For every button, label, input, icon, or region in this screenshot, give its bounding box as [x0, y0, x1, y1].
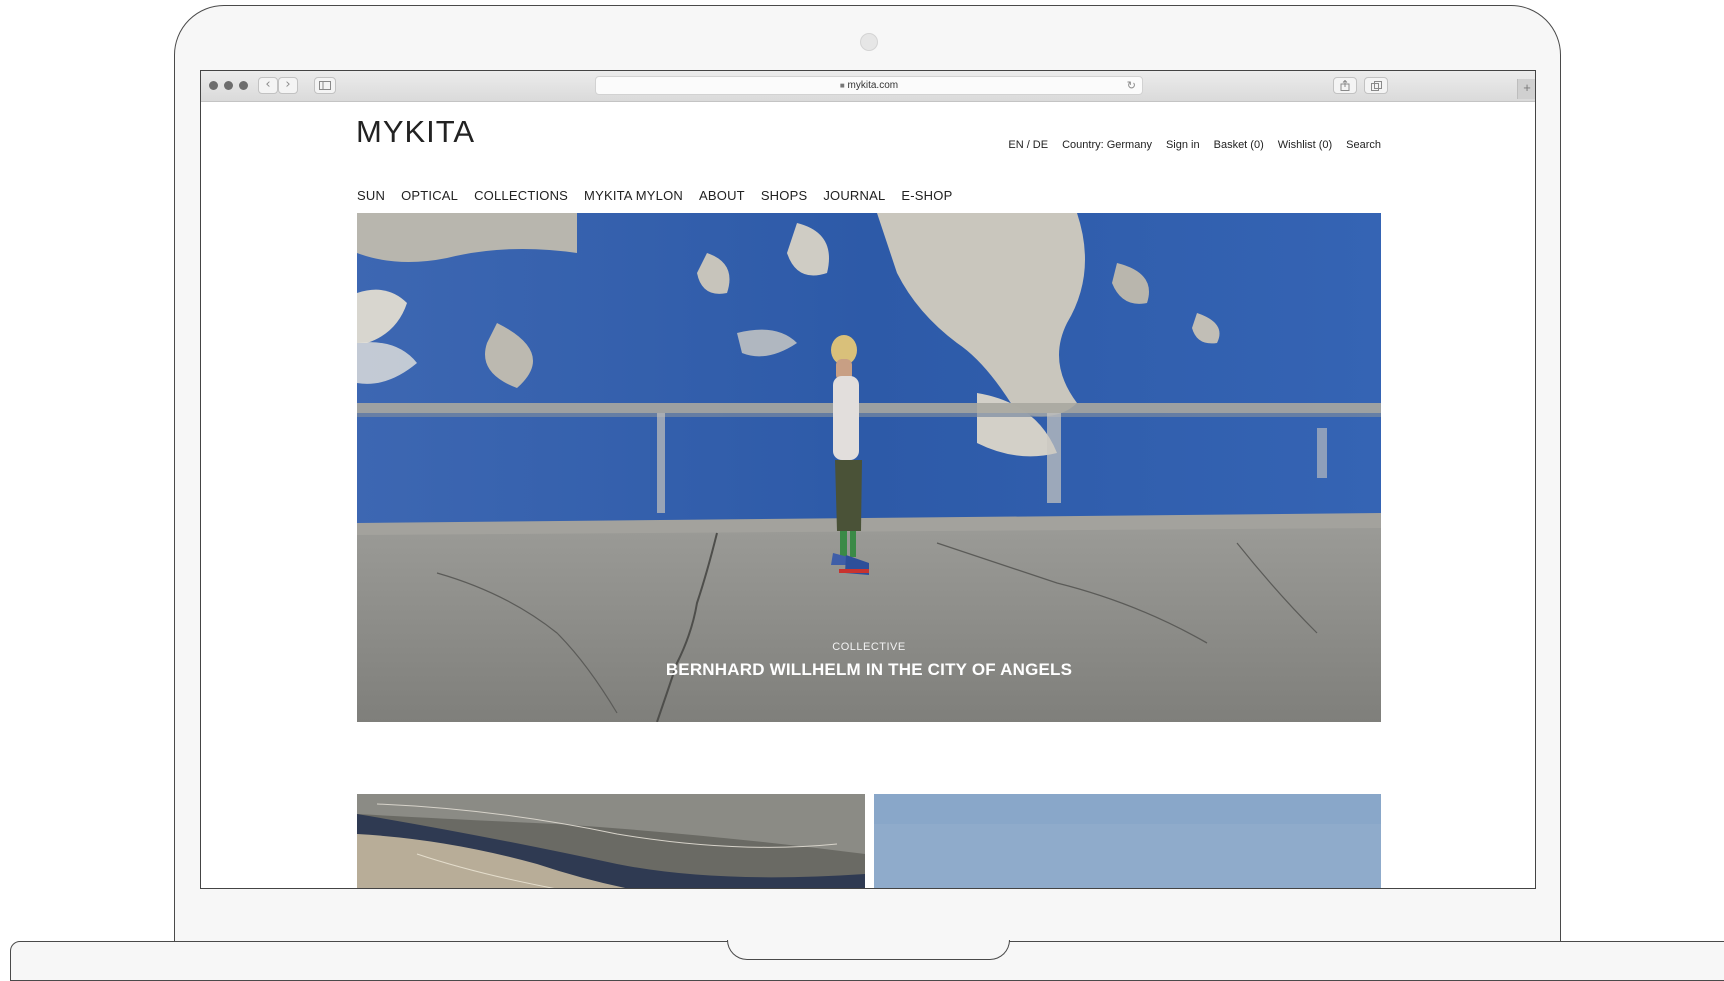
- browser-toolbar: ‹ › ■ mykita.com ↻ +: [201, 71, 1535, 102]
- wishlist-link[interactable]: Wishlist (0): [1278, 139, 1332, 151]
- basket-link[interactable]: Basket (0): [1214, 139, 1264, 151]
- teaser-tile-left[interactable]: [357, 794, 865, 888]
- nav-item-optical[interactable]: OPTICAL: [401, 188, 458, 203]
- url-label: mykita.com: [847, 80, 899, 91]
- laptop-notch: [727, 940, 1010, 960]
- hero-title[interactable]: BERNHARD WILLHELM IN THE CITY OF ANGELS: [357, 660, 1381, 680]
- sky-image: [874, 794, 1381, 888]
- utility-links: EN / DE Country: Germany Sign in Basket …: [201, 139, 1381, 151]
- lock-icon: ■: [839, 81, 845, 90]
- sidebar-icon[interactable]: [314, 77, 336, 94]
- tabs-icon[interactable]: [1364, 77, 1388, 94]
- address-bar-text: ■ mykita.com: [596, 80, 1142, 91]
- marble-image: [357, 794, 865, 888]
- nav-item-shops[interactable]: SHOPS: [761, 188, 808, 203]
- main-nav: SUN OPTICAL COLLECTIONS MYKITA MYLON ABO…: [357, 188, 952, 203]
- hero-banner[interactable]: COLLECTIVE BERNHARD WILLHELM IN THE CITY…: [357, 213, 1381, 722]
- hero-kicker: COLLECTIVE: [832, 641, 906, 653]
- search-link[interactable]: Search: [1346, 139, 1381, 151]
- camera-icon: [860, 33, 878, 51]
- window-close-button[interactable]: [209, 81, 218, 90]
- plus-icon[interactable]: +: [1517, 79, 1535, 99]
- address-bar[interactable]: ■ mykita.com ↻: [595, 76, 1143, 95]
- country-selector-link[interactable]: Country: Germany: [1062, 139, 1152, 151]
- nav-item-journal[interactable]: JOURNAL: [823, 188, 885, 203]
- window-minimize-button[interactable]: [224, 81, 233, 90]
- nav-item-collections[interactable]: COLLECTIONS: [474, 188, 568, 203]
- hero-caption: COLLECTIVE BERNHARD WILLHELM IN THE CITY…: [357, 641, 1381, 680]
- nav-item-e-shop[interactable]: E-SHOP: [901, 188, 952, 203]
- chevron-right-icon[interactable]: ›: [278, 77, 298, 94]
- teaser-tile-right[interactable]: [874, 794, 1381, 888]
- nav-item-mykita-mylon[interactable]: MYKITA MYLON: [584, 188, 683, 203]
- chevron-left-icon[interactable]: ‹: [258, 77, 278, 94]
- nav-item-sun[interactable]: SUN: [357, 188, 385, 203]
- sign-in-link[interactable]: Sign in: [1166, 139, 1200, 151]
- browser-window: ‹ › ■ mykita.com ↻ + MYKITA EN / DE Coun…: [200, 70, 1536, 889]
- language-switch-link[interactable]: EN / DE: [1008, 139, 1048, 151]
- reload-icon[interactable]: ↻: [1127, 79, 1136, 92]
- window-zoom-button[interactable]: [239, 81, 248, 90]
- nav-item-about[interactable]: ABOUT: [699, 188, 745, 203]
- share-icon[interactable]: [1333, 77, 1357, 94]
